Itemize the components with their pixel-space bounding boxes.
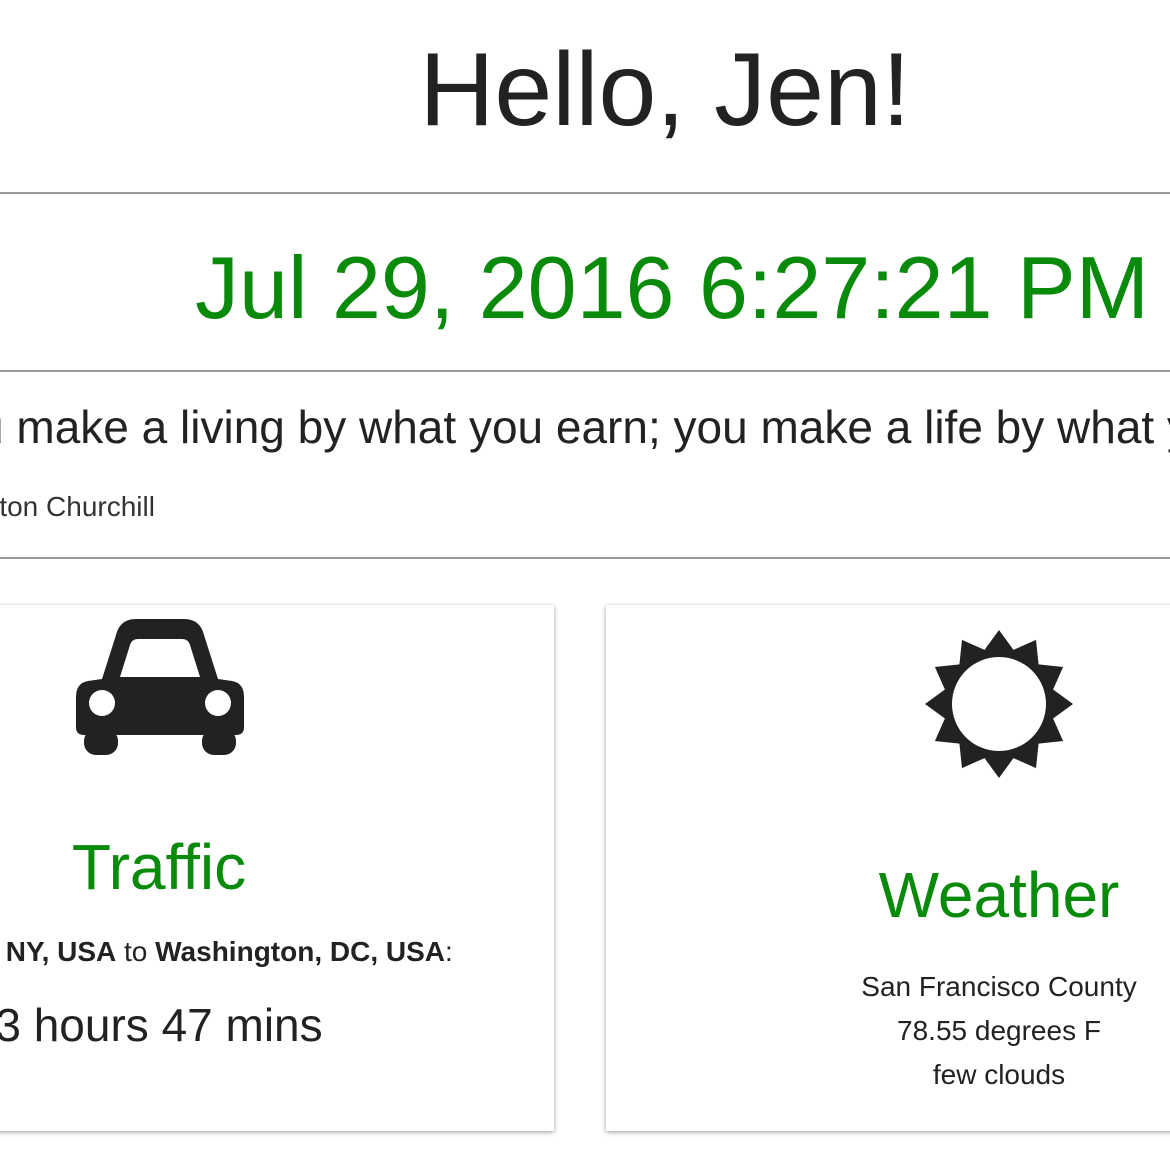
weather-card: Weather San Francisco County 78.55 degre… — [606, 605, 1170, 1131]
car-icon — [76, 619, 244, 755]
weather-temperature: 78.55 degrees F — [897, 1015, 1101, 1046]
dashboard-page: Hello, Jen! Jul 29, 2016 6:27:21 PM You … — [0, 0, 1170, 1170]
traffic-card: Traffic New York, NY, USA to Washington,… — [0, 605, 554, 1131]
weather-title: Weather — [878, 859, 1120, 931]
route-connector: to — [124, 936, 148, 967]
traffic-duration: 3 hours 47 mins — [0, 999, 323, 1051]
weather-conditions: few clouds — [932, 1059, 1066, 1090]
quote-text: You make a living by what you earn; you … — [0, 401, 1170, 453]
traffic-title: Traffic — [71, 831, 247, 903]
divider-bottom — [0, 557, 1170, 559]
weather-details: San Francisco County 78.55 degrees F few… — [606, 965, 1170, 1097]
route-origin: New York, NY, USA — [0, 936, 117, 967]
weather-location: San Francisco County — [861, 971, 1137, 1002]
divider-middle — [0, 370, 1170, 372]
quote-author: - Winston Churchill — [0, 491, 155, 522]
datetime-display: Jul 29, 2016 6:27:21 PM — [195, 238, 1149, 337]
traffic-route: New York, NY, USA to Washington, DC, USA… — [0, 935, 554, 969]
divider-top — [0, 192, 1170, 194]
greeting-heading: Hello, Jen! — [419, 32, 911, 148]
sun-icon — [925, 630, 1073, 778]
route-destination: Washington, DC, USA — [155, 936, 446, 967]
route-suffix: : — [445, 936, 453, 967]
